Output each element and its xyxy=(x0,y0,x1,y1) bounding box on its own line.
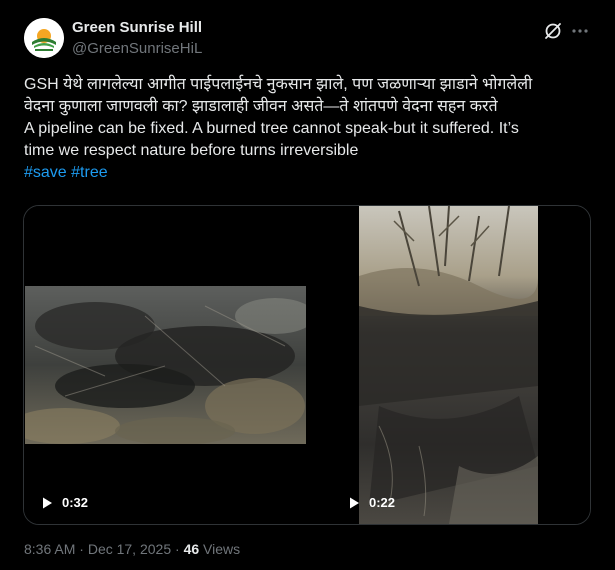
views-label: Views xyxy=(203,541,241,557)
hashtag-line: #save #tree xyxy=(24,162,599,184)
author-name[interactable]: Green Sunrise Hill xyxy=(72,19,202,36)
post-date[interactable]: Dec 17, 2025 xyxy=(88,541,171,557)
video-controls-1: 0:32 xyxy=(40,495,88,510)
video-controls-2: 0:22 xyxy=(347,495,395,510)
views-count: 46 xyxy=(183,541,200,557)
more-options-icon[interactable] xyxy=(570,21,590,41)
burned-ground-thumbnail xyxy=(25,286,306,444)
hashtag-save[interactable]: #save xyxy=(24,164,67,181)
green-sunrise-logo-icon xyxy=(24,18,64,58)
play-icon[interactable] xyxy=(347,496,361,510)
video-player-1[interactable]: 0:32 xyxy=(24,206,307,524)
grok-icon[interactable] xyxy=(543,21,563,41)
post-text-line: वेदना कुणाला जाणवली का? झाडालाही जीवन अस… xyxy=(24,98,498,115)
post-meta: 8:36 AM · Dec 17, 2025 · 46 Views xyxy=(24,541,240,557)
play-icon[interactable] xyxy=(40,496,54,510)
post-card: Green Sunrise Hill @GreenSunriseHiL GSH … xyxy=(0,0,615,570)
post-text-line: time we respect nature before turns irre… xyxy=(24,142,359,159)
burned-forest-thumbnail xyxy=(359,206,538,524)
post-text-line: GSH येथे लागलेल्या आगीत पाईपलाईनचे नुकसा… xyxy=(24,76,533,93)
media-grid: 0:32 0:22 xyxy=(23,205,591,525)
meta-separator: · xyxy=(79,541,84,557)
post-time[interactable]: 8:36 AM xyxy=(24,541,75,557)
video-duration-2: 0:22 xyxy=(369,495,396,510)
video-player-2[interactable]: 0:22 xyxy=(309,206,590,524)
hashtag-tree[interactable]: #tree xyxy=(71,164,107,181)
meta-separator: · xyxy=(175,541,180,557)
avatar[interactable] xyxy=(24,18,64,58)
post-text-line: A pipeline can be fixed. A burned tree c… xyxy=(24,120,519,137)
author-handle[interactable]: @GreenSunriseHiL xyxy=(72,40,202,57)
video-duration-1: 0:32 xyxy=(62,495,89,510)
post-text: GSH येथे लागलेल्या आगीत पाईपलाईनचे नुकसा… xyxy=(24,74,599,184)
